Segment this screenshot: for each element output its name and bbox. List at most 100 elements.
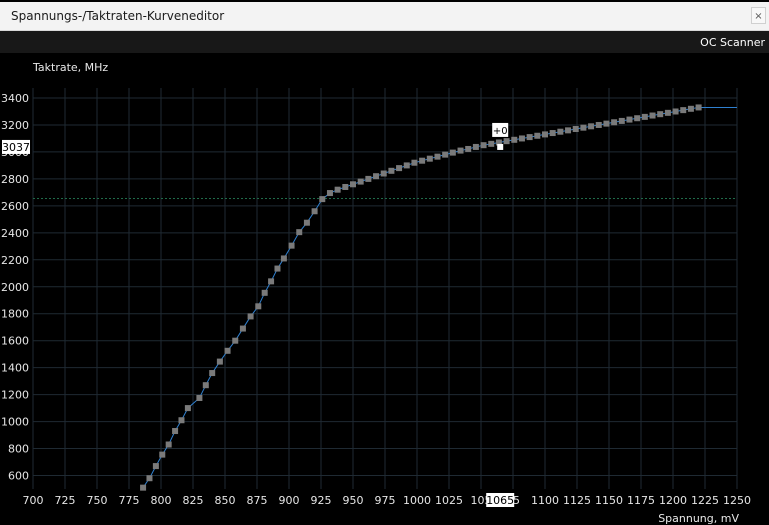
curve-point[interactable] [657, 111, 664, 118]
x-tick-label: 1125 [563, 494, 591, 507]
curve-point[interactable] [588, 123, 595, 130]
curve-point[interactable] [365, 175, 372, 182]
curve-point[interactable] [419, 157, 426, 164]
curve-point[interactable] [396, 165, 403, 172]
curve-point[interactable] [159, 451, 166, 458]
curve-point[interactable] [255, 303, 262, 310]
curve-point[interactable] [303, 219, 310, 226]
selected-curve-point[interactable] [497, 143, 504, 150]
curve-point[interactable] [649, 112, 656, 119]
x-tick-label: 1175 [627, 494, 655, 507]
curve-point[interactable] [165, 441, 172, 448]
curve-point[interactable] [695, 104, 702, 111]
curve-point[interactable] [595, 121, 602, 128]
curve-point[interactable] [196, 394, 203, 401]
curve-point[interactable] [209, 370, 216, 377]
curve-point[interactable] [534, 132, 541, 139]
current-frequency-label: 3037 [2, 141, 30, 154]
offset-label: +0 [493, 126, 508, 137]
curve-point[interactable] [465, 145, 472, 152]
curve-point[interactable] [526, 134, 533, 141]
curve-point[interactable] [280, 255, 287, 262]
curve-point[interactable] [603, 120, 610, 127]
curve-point[interactable] [342, 183, 349, 190]
curve-point[interactable] [687, 105, 694, 112]
curve-editor-graph[interactable]: Taktrate, MHz 600 800 1000 1200 1400 1600 1800… [0, 53, 769, 525]
curve-point[interactable] [152, 463, 159, 470]
curve-point[interactable] [373, 173, 380, 180]
curve-point[interactable] [319, 196, 326, 203]
curve-point[interactable] [503, 138, 510, 145]
curve-point[interactable] [511, 136, 518, 143]
curve-point[interactable] [557, 128, 564, 135]
curve-point[interactable] [239, 325, 246, 332]
x-tick-label: 1150 [595, 494, 623, 507]
curve-point[interactable] [672, 108, 679, 115]
curve-point[interactable] [518, 135, 525, 142]
curve-point[interactable] [224, 347, 231, 354]
curve-point[interactable] [549, 130, 556, 137]
curve-point[interactable] [232, 337, 239, 344]
y-tick-label: 3400 [1, 92, 29, 105]
y-tick-label: 2400 [1, 227, 29, 240]
curve-point[interactable] [572, 126, 579, 133]
curve-point[interactable] [664, 109, 671, 116]
toolbar: OC Scanner [0, 31, 769, 53]
curve-point[interactable] [488, 140, 495, 147]
curve-point[interactable] [172, 428, 179, 435]
curve-point[interactable] [334, 186, 341, 193]
curve-point[interactable] [350, 181, 356, 188]
curve-point[interactable] [274, 265, 281, 272]
curve-point[interactable] [426, 155, 433, 162]
curve-point[interactable] [641, 113, 648, 120]
curve-point[interactable] [247, 313, 254, 320]
y-tick-label: 800 [8, 443, 29, 456]
curve-point[interactable] [261, 289, 268, 296]
curve-point[interactable] [580, 124, 587, 131]
x-tick-label: 1225 [691, 494, 719, 507]
curve-point[interactable] [296, 229, 303, 236]
curve-point[interactable] [326, 190, 333, 197]
curve-point[interactable] [146, 475, 153, 482]
curve-point[interactable] [140, 484, 147, 491]
curve-point[interactable] [184, 405, 191, 412]
y-tick-label: 2000 [1, 281, 29, 294]
curve-point[interactable] [411, 159, 418, 166]
curve-point[interactable] [311, 208, 318, 215]
curve-chart[interactable]: 600 800 1000 1200 1400 1600 1800 2000 2200 2400 26… [0, 53, 769, 525]
x-tick-label: 1025 [435, 494, 463, 507]
curve-point[interactable] [442, 151, 449, 158]
curve-point[interactable] [480, 142, 487, 149]
curve-point[interactable] [680, 107, 687, 114]
curve-point[interactable] [268, 278, 275, 285]
curve-point[interactable] [542, 131, 548, 138]
curve-point[interactable] [634, 115, 641, 122]
curve-point[interactable] [618, 117, 625, 124]
x-tick-label: 925 [311, 494, 332, 507]
curve-point[interactable] [403, 162, 410, 169]
curve-point[interactable] [457, 147, 464, 154]
curve-point[interactable] [565, 127, 572, 134]
y-tick-label: 2800 [1, 173, 29, 186]
x-tick-label: 825 [183, 494, 204, 507]
x-tick-label: 800 [151, 494, 172, 507]
x-axis-label: Spannung, mV [658, 512, 739, 525]
close-button[interactable]: × [751, 7, 766, 24]
curve-point[interactable] [434, 153, 441, 160]
curve-point[interactable] [611, 119, 618, 126]
curve-point[interactable] [472, 143, 479, 150]
curve-point[interactable] [449, 149, 456, 156]
x-tick-label: 775 [119, 494, 140, 507]
curve-point[interactable] [216, 358, 223, 365]
curve-point[interactable] [178, 417, 185, 424]
curve-point[interactable] [388, 167, 395, 174]
x-tick-label: 900 [279, 494, 300, 507]
curve-point[interactable] [357, 178, 364, 185]
x-tick-label: 850 [215, 494, 236, 507]
curve-point[interactable] [288, 242, 295, 249]
curve-point[interactable] [380, 170, 387, 177]
oc-scanner-button[interactable]: OC Scanner [700, 36, 765, 49]
curve-point[interactable] [626, 116, 633, 123]
x-tick-label: 950 [343, 494, 364, 507]
curve-point[interactable] [202, 382, 209, 389]
